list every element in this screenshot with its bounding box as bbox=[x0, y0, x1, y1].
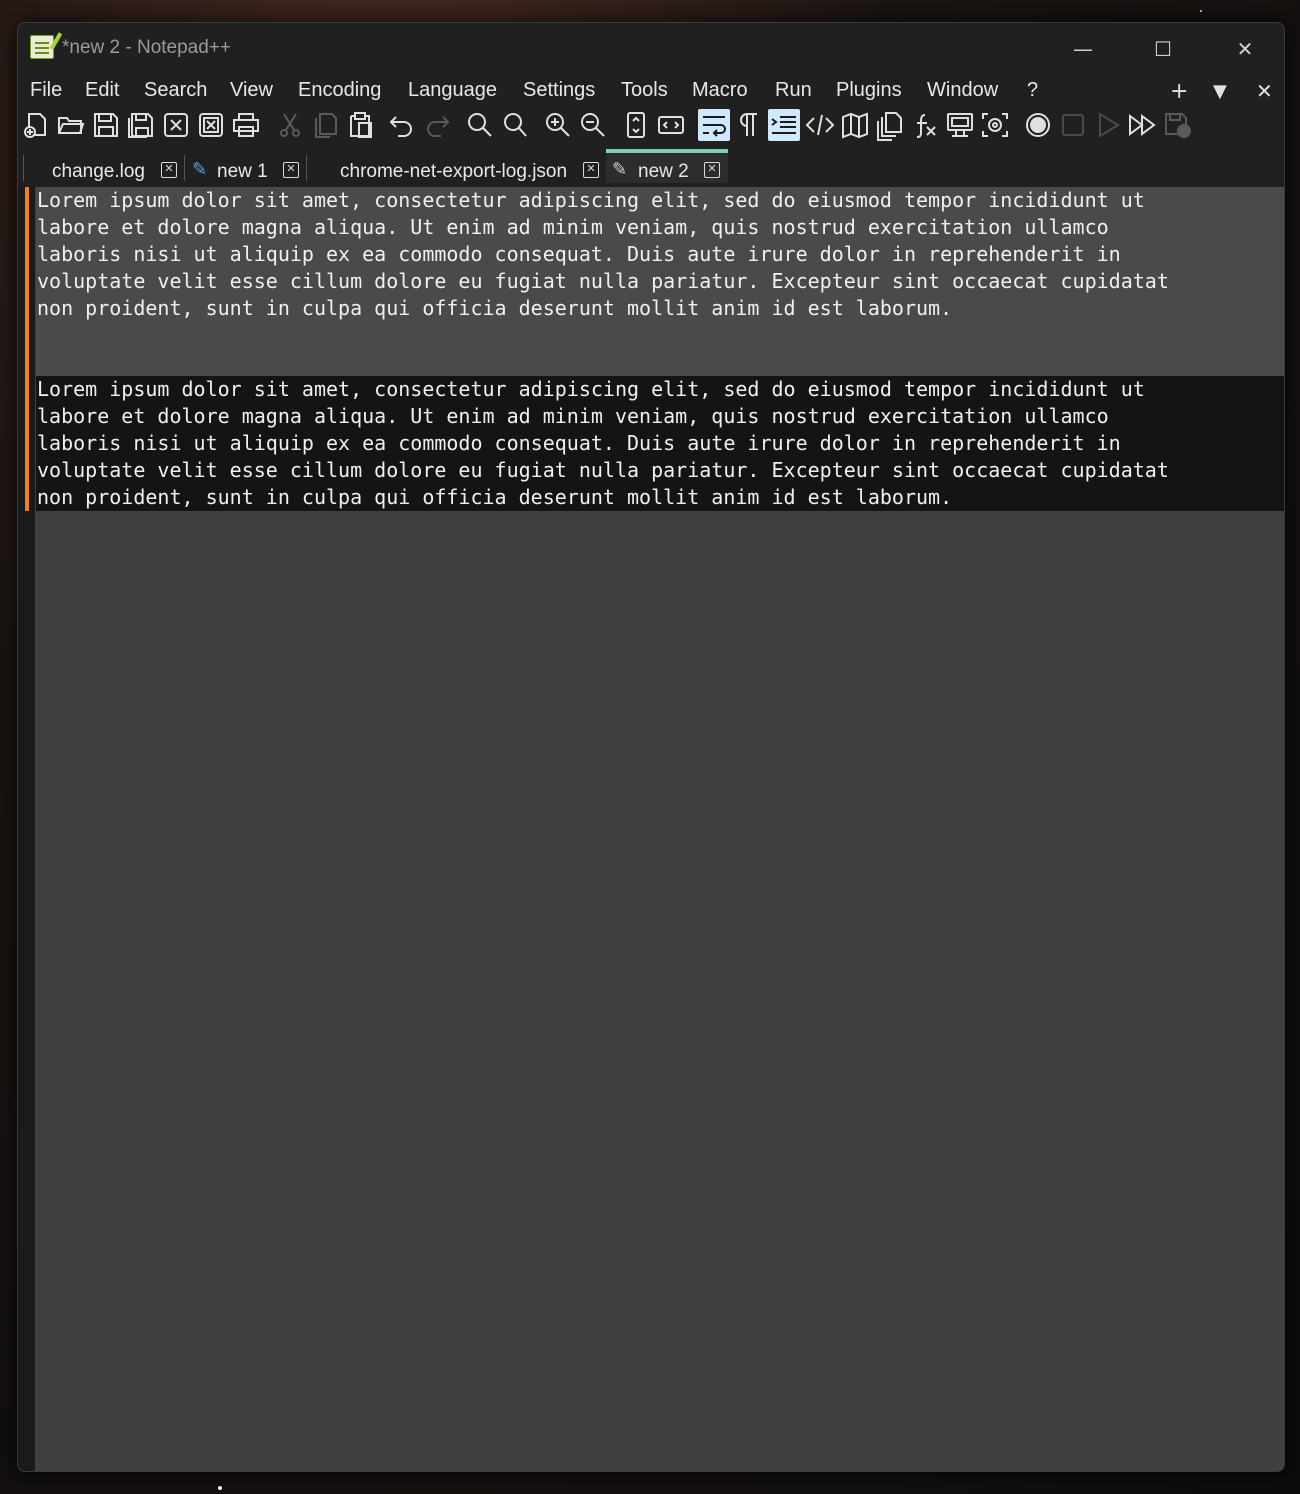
tab-chrome-net-export-log[interactable]: chrome-net-export-log.json ✕ bbox=[308, 149, 606, 183]
tab-separator bbox=[184, 155, 185, 181]
zoom-in-icon[interactable] bbox=[542, 109, 574, 141]
tab-bar: change.log ✕ ✎ new 1 ✕ chrome-net-export… bbox=[18, 147, 1284, 185]
title-bar[interactable]: *new 2 - Notepad++ — ☐ ✕ bbox=[18, 23, 1284, 75]
menu-encoding[interactable]: Encoding bbox=[298, 79, 381, 102]
tab-label: new 1 bbox=[217, 161, 268, 182]
close-tab-menu-button[interactable]: ✕ bbox=[1256, 79, 1273, 103]
menu-run[interactable]: Run bbox=[775, 79, 812, 102]
menu-help[interactable]: ? bbox=[1027, 79, 1038, 102]
copy-icon[interactable] bbox=[309, 109, 341, 141]
sync-horizontal-icon[interactable] bbox=[655, 109, 687, 141]
tab-new-2[interactable]: ✎ new 2 ✕ bbox=[606, 149, 728, 183]
indent-guide-icon[interactable] bbox=[768, 109, 800, 141]
menu-language[interactable]: Language bbox=[408, 79, 497, 102]
close-file-icon[interactable] bbox=[160, 109, 192, 141]
tab-list-dropdown[interactable]: ▼ bbox=[1213, 81, 1227, 102]
find-icon[interactable] bbox=[464, 109, 496, 141]
close-all-icon[interactable] bbox=[195, 109, 227, 141]
monitoring-icon[interactable] bbox=[979, 109, 1011, 141]
document-map-icon[interactable] bbox=[839, 109, 871, 141]
replace-icon[interactable] bbox=[499, 109, 531, 141]
function-list-icon[interactable] bbox=[909, 109, 941, 141]
tab-close-icon[interactable]: ✕ bbox=[161, 162, 177, 178]
menu-file[interactable]: File bbox=[30, 79, 62, 102]
undo-icon[interactable] bbox=[386, 109, 418, 141]
udl-icon[interactable] bbox=[804, 109, 836, 141]
close-window-button[interactable]: ✕ bbox=[1222, 31, 1268, 67]
tab-close-icon[interactable]: ✕ bbox=[283, 162, 299, 178]
menu-tools[interactable]: Tools bbox=[621, 79, 668, 102]
editor[interactable]: Lorem ipsum dolor sit amet, consectetur … bbox=[18, 187, 1284, 1471]
zoom-out-icon[interactable] bbox=[577, 109, 609, 141]
stop-recording-icon[interactable] bbox=[1057, 109, 1089, 141]
maximize-button[interactable]: ☐ bbox=[1140, 31, 1186, 67]
notepad-plus-plus-icon bbox=[30, 35, 54, 59]
menu-settings[interactable]: Settings bbox=[523, 79, 595, 102]
tab-label: chrome-net-export-log.json bbox=[340, 161, 568, 182]
word-wrap-icon[interactable] bbox=[698, 109, 730, 141]
tab-close-icon[interactable]: ✕ bbox=[704, 162, 720, 178]
window-title: *new 2 - Notepad++ bbox=[62, 37, 232, 58]
save-macro-icon[interactable] bbox=[1162, 109, 1194, 141]
record-macro-icon[interactable] bbox=[1022, 109, 1054, 141]
menu-view[interactable]: View bbox=[230, 79, 273, 102]
tab-separator bbox=[23, 155, 24, 181]
new-file-icon[interactable] bbox=[20, 109, 52, 141]
sync-vertical-icon[interactable] bbox=[620, 109, 652, 141]
save-all-icon[interactable] bbox=[125, 109, 157, 141]
tab-separator bbox=[306, 155, 307, 181]
tab-close-icon[interactable]: ✕ bbox=[583, 162, 599, 178]
menu-plugins[interactable]: Plugins bbox=[836, 79, 902, 102]
minimize-button[interactable]: — bbox=[1060, 31, 1106, 67]
save-icon[interactable] bbox=[90, 109, 122, 141]
pencil-icon: ✎ bbox=[612, 159, 628, 179]
toolbar bbox=[18, 109, 1284, 145]
paragraph-2[interactable]: Lorem ipsum dolor sit amet, consectetur … bbox=[36, 376, 1284, 511]
paste-icon[interactable] bbox=[344, 109, 376, 141]
open-folder-icon[interactable] bbox=[55, 109, 87, 141]
pencil-icon: ✎ bbox=[192, 159, 208, 179]
show-all-characters-icon[interactable] bbox=[733, 109, 765, 141]
change-marker bbox=[25, 187, 29, 511]
paragraph-1[interactable]: Lorem ipsum dolor sit amet, consectetur … bbox=[36, 187, 1284, 376]
menu-window[interactable]: Window bbox=[927, 79, 998, 102]
menu-edit[interactable]: Edit bbox=[85, 79, 119, 102]
add-tab-button[interactable]: + bbox=[1170, 79, 1188, 104]
redo-icon[interactable] bbox=[421, 109, 453, 141]
run-macro-multiple-icon[interactable] bbox=[1127, 109, 1159, 141]
menu-search[interactable]: Search bbox=[144, 79, 207, 102]
tab-new-1[interactable]: ✎ new 1 ✕ bbox=[186, 149, 306, 183]
menu-bar: File Edit Search View Encoding Language … bbox=[18, 75, 1284, 109]
document-list-icon[interactable] bbox=[874, 109, 906, 141]
menu-macro[interactable]: Macro bbox=[692, 79, 748, 102]
tab-label: change.log bbox=[52, 161, 145, 182]
folder-as-workspace-icon[interactable] bbox=[944, 109, 976, 141]
print-icon[interactable] bbox=[230, 109, 262, 141]
tab-label: new 2 bbox=[638, 161, 689, 182]
tab-change-log[interactable]: change.log ✕ bbox=[26, 149, 184, 183]
playback-icon[interactable] bbox=[1092, 109, 1124, 141]
cut-icon[interactable] bbox=[274, 109, 306, 141]
notepad-window: *new 2 - Notepad++ — ☐ ✕ File Edit Searc… bbox=[17, 22, 1285, 1472]
